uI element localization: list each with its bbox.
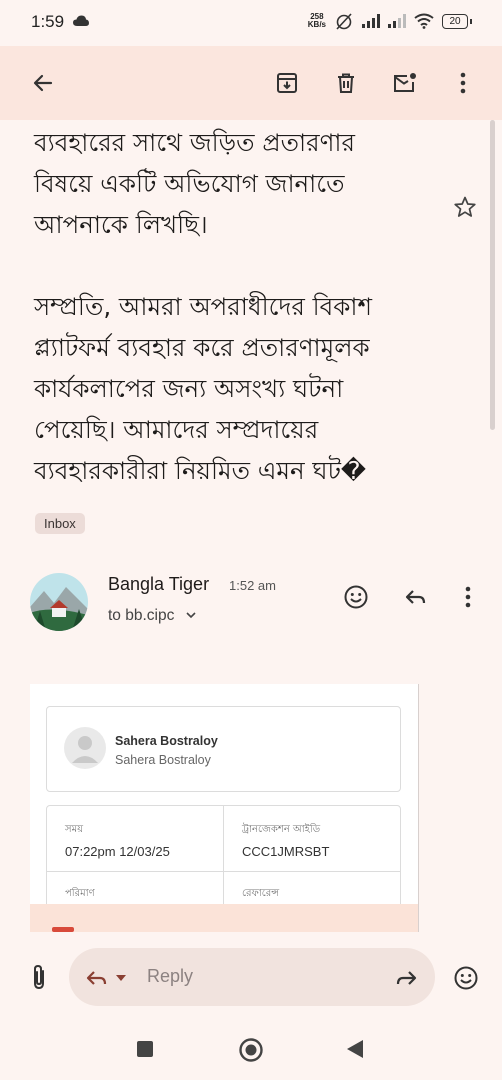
trash-icon [338, 73, 354, 93]
forward-icon [396, 971, 417, 985]
more-options-button[interactable] [444, 64, 482, 102]
scrollbar-thumb[interactable] [490, 120, 495, 430]
battery-icon: 20 [442, 13, 472, 29]
recipient-text: to bb.cipc [108, 607, 175, 624]
receipt-profile-subtitle: Sahera Bostraloy [115, 753, 211, 767]
cloud-icon [73, 15, 89, 26]
circle-home-icon [239, 1038, 263, 1062]
home-button[interactable] [237, 1036, 265, 1064]
sender-avatar[interactable] [30, 573, 88, 631]
star-button[interactable] [449, 191, 481, 223]
time-label: সময় [65, 824, 84, 835]
net-speed: 258 KB/s [307, 12, 326, 29]
mail-unread-icon [394, 73, 416, 92]
receipt-profile-card: Sahera Bostraloy Sahera Bostraloy [46, 706, 401, 792]
amount-label: পরিমাণ [65, 888, 95, 899]
receipt-profile-name: Sahera Bostraloy [115, 734, 218, 748]
landscape-avatar-image [30, 573, 88, 631]
reply-icon [405, 590, 426, 604]
back-button[interactable] [24, 64, 62, 102]
message-time: 1:52 am [229, 578, 276, 593]
signal-1-icon [362, 14, 380, 28]
archive-button[interactable] [268, 64, 306, 102]
more-vert-icon [465, 586, 471, 608]
wifi-icon [414, 13, 434, 29]
reply-icon [86, 971, 107, 985]
top-app-bar [0, 46, 502, 120]
status-time: 1:59 [31, 12, 65, 31]
emoji-icon [344, 585, 368, 609]
message-more-button[interactable] [451, 580, 485, 614]
email-body: ব্যবহারের সাথে জড়িত প্রতারণার বিষয়ে এক… [34, 128, 372, 485]
receipt-footer-strip [30, 904, 418, 932]
alarm-off-icon [336, 13, 352, 30]
forward-button[interactable] [390, 962, 422, 994]
mark-unread-button[interactable] [386, 64, 424, 102]
triangle-back-icon [347, 1040, 363, 1058]
delete-button[interactable] [327, 64, 365, 102]
receipt-edge [418, 684, 419, 932]
square-icon [137, 1041, 153, 1057]
emoji-reaction-button[interactable] [449, 961, 483, 995]
status-indicators: 258 KB/s 20 [307, 12, 472, 30]
signal-2-icon [388, 14, 406, 28]
chevron-down-icon [186, 612, 196, 619]
reply-button[interactable] [399, 580, 433, 614]
more-vert-icon [460, 72, 466, 94]
inbox-label-chip[interactable]: Inbox [35, 513, 85, 534]
transaction-id-label: ট্রানজেকশন আইডি [242, 824, 321, 835]
archive-icon [277, 73, 297, 93]
attachment-icon [34, 964, 44, 990]
reply-placeholder: Reply [147, 966, 194, 986]
react-emoji-button[interactable] [339, 580, 373, 614]
reference-label: রেফারেন্স [242, 888, 280, 899]
caret-down-icon [116, 975, 126, 981]
arrow-left-icon [33, 74, 53, 92]
status-bar: 1:59 258 KB/s 20 [0, 0, 502, 46]
person-icon [64, 727, 106, 769]
back-nav-button[interactable] [342, 1036, 368, 1062]
attach-button[interactable] [22, 960, 56, 994]
emoji-icon [454, 966, 478, 990]
recents-button[interactable] [134, 1038, 156, 1060]
embedded-receipt[interactable]: Sahera Bostraloy Sahera Bostraloy সময় 0… [30, 684, 418, 932]
star-icon [454, 196, 476, 217]
recipient-details-toggle[interactable]: to bb.cipc [108, 607, 197, 625]
sender-name: Bangla Tiger [108, 574, 210, 594]
reply-type-dropdown[interactable] [84, 964, 138, 992]
time-value: 07:22pm 12/03/25 [65, 844, 170, 859]
transaction-id-value: CCC1JMRSBT [242, 844, 330, 859]
